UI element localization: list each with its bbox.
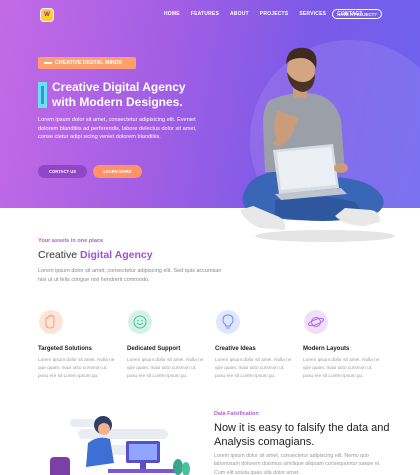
man-with-laptop-image <box>240 47 395 242</box>
feature-text: Lorem ipsum dolor sit amet. Nulla ne que… <box>303 357 380 378</box>
nav-about[interactable]: ABOUT <box>230 11 249 17</box>
contact-us-button[interactable]: CONTACT US <box>38 165 87 178</box>
feature-card-support: Dedicated Support Lorem ipsum dolor sit … <box>127 309 207 379</box>
logo[interactable]: W <box>40 8 54 22</box>
data-title: Now it is easy to falsify the data and A… <box>214 422 390 448</box>
support-icon <box>127 309 153 335</box>
about-title-highlight: Digital Agency <box>80 249 153 261</box>
hero-badge: CREATIVE DIGITAL MINDS <box>38 57 136 69</box>
bulb-icon <box>215 309 241 335</box>
data-description: Lorem ipsum dolor sit amet, consectetur … <box>214 453 381 475</box>
data-eyebrow: Data Falsification <box>214 411 259 417</box>
hero-description: Lorem ipsum dolor sit amet, consectetur … <box>38 117 197 141</box>
feature-title: Creative Ideas <box>215 346 256 352</box>
feature-text: Lorem ipsum dolor sit amet. Nulla ne que… <box>127 357 204 378</box>
feature-text: Lorem ipsum dolor sit amet. Nulla ne que… <box>38 357 115 378</box>
have-a-project-button[interactable]: HAVE A PROJECT? <box>332 9 382 19</box>
feature-card-ideas: Creative Ideas Lorem ipsum dolor sit ame… <box>215 309 295 379</box>
nav-projects[interactable]: PROJECTS <box>260 11 289 17</box>
hero-title-line1: Creative Digital Agency <box>52 80 186 94</box>
feature-card-layouts: Modern Layouts Lorem ipsum dolor sit ame… <box>303 309 383 379</box>
feature-text: Lorem ipsum dolor sit amet. Nulla ne que… <box>215 357 292 378</box>
badge-label: CREATIVE DIGITAL MINDS <box>55 60 123 66</box>
hero-title-line2: with Modern Designes. <box>52 95 183 109</box>
badge-dash <box>44 62 52 64</box>
about-title: Creative Digital Agency <box>38 249 153 261</box>
learn-more-button[interactable]: LEARN MORE <box>93 165 142 178</box>
nav-home[interactable]: HOME <box>164 11 180 17</box>
feature-title: Targeted Solutions <box>38 346 92 352</box>
desk-illustration <box>50 416 190 475</box>
heading-accent-bar <box>38 82 47 108</box>
feature-card-targeted: Targeted Solutions Lorem ipsum dolor sit… <box>38 309 118 379</box>
logo-text: W <box>44 12 50 18</box>
about-title-plain: Creative <box>38 249 81 261</box>
nav-features[interactable]: FEATURES <box>191 11 219 17</box>
hero-title: Creative Digital Agency with Modern Desi… <box>52 80 242 110</box>
hand-icon <box>38 309 64 335</box>
nav-services[interactable]: SERVICES <box>299 11 326 17</box>
about-eyebrow: Your assets in one place <box>38 238 104 244</box>
planet-icon <box>303 309 329 335</box>
about-description: Lorem ipsum dolor sit amet, consectetur … <box>38 268 222 283</box>
feature-title: Modern Layouts <box>303 346 350 352</box>
feature-title: Dedicated Support <box>127 346 181 352</box>
